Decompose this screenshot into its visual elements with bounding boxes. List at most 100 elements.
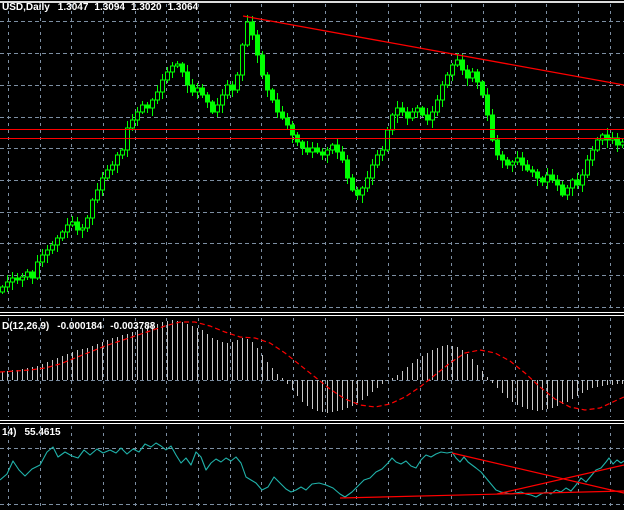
symbol-period-label: USD,Daily	[2, 2, 50, 13]
candle-body	[275, 99, 280, 113]
candle-body	[320, 151, 325, 156]
candle-body	[380, 149, 385, 156]
close-value: 1.3064	[167, 2, 199, 13]
candle-body	[200, 87, 205, 96]
candle-body	[595, 139, 600, 151]
rsi-current-value: 55.4615	[24, 427, 61, 438]
candle-body	[335, 144, 340, 153]
candle-body	[140, 104, 145, 113]
candle-body	[415, 107, 420, 113]
macd-signal-value: -0.003788	[110, 321, 156, 332]
candle-body	[315, 147, 320, 153]
macd-name-label: D(12,26,9)	[2, 321, 50, 332]
candle-body	[80, 227, 85, 231]
candle-body	[50, 244, 55, 251]
candle-body	[510, 161, 515, 166]
candle-body	[130, 119, 135, 129]
candle-body	[70, 221, 75, 226]
candle-body	[265, 74, 270, 91]
candle-body	[495, 139, 500, 156]
candle-body	[305, 147, 310, 153]
candle-body	[450, 64, 455, 76]
candle-body	[100, 177, 105, 191]
high-value: 1.3094	[94, 2, 125, 13]
rsi-trendline[interactable]	[339, 490, 624, 499]
candle-body	[465, 69, 470, 79]
candle-body	[445, 74, 450, 86]
candle-body	[185, 71, 190, 86]
candle-body	[65, 224, 70, 233]
candle-body	[435, 99, 440, 113]
candle-body	[210, 101, 215, 113]
candle-body	[600, 134, 605, 141]
candle-body	[535, 171, 540, 179]
candle-body	[470, 71, 475, 79]
candle-body	[605, 134, 610, 141]
candle-body	[35, 261, 40, 279]
candle-body	[135, 111, 140, 121]
candle-body	[145, 104, 150, 109]
candle-body	[485, 94, 490, 116]
candle-body	[480, 81, 485, 96]
candle-body	[500, 154, 505, 161]
candle-body	[550, 174, 555, 181]
candle-body	[520, 157, 525, 166]
candle-body	[565, 187, 570, 196]
candle-body	[460, 59, 465, 71]
grid-lines	[0, 4, 624, 508]
candle-body	[355, 189, 360, 196]
candle-body	[175, 63, 180, 67]
candle-body	[360, 187, 365, 196]
candle-body	[385, 129, 390, 151]
candle-body	[540, 177, 545, 183]
candle-body	[25, 271, 30, 278]
candle-body	[370, 164, 375, 179]
candle-body	[475, 71, 480, 83]
candle-body	[165, 71, 170, 81]
candle-body	[215, 104, 220, 113]
candle-body	[405, 111, 410, 119]
trendline-and-support-levels[interactable]	[0, 15, 624, 140]
low-value: 1.3020	[130, 2, 162, 13]
candle-body	[530, 169, 535, 173]
candle-body	[40, 254, 45, 263]
candle-body	[110, 164, 115, 171]
candle-body	[190, 84, 195, 93]
candle-body	[5, 281, 10, 288]
rsi-line-series	[0, 442, 624, 505]
candle-body	[390, 114, 395, 131]
candle-body	[120, 149, 125, 156]
candle-body	[150, 99, 155, 109]
rsi-name-label: 14)	[2, 427, 17, 438]
candle-body	[375, 154, 380, 166]
candle-body	[260, 54, 265, 76]
candle-body	[170, 65, 175, 73]
rsi-trendline[interactable]	[496, 464, 624, 495]
rsi-trendline[interactable]	[451, 452, 624, 494]
candle-body	[230, 84, 235, 91]
candle-body	[155, 91, 160, 101]
candle-body	[60, 231, 65, 239]
candle-body	[575, 179, 580, 186]
candle-body	[75, 221, 80, 231]
descending-trendline[interactable]	[242, 15, 624, 86]
chart-canvas[interactable]	[0, 0, 624, 510]
candle-body	[55, 237, 60, 246]
candle-body	[330, 144, 335, 151]
candle-body	[205, 94, 210, 103]
candle-body	[505, 159, 510, 166]
open-value: 1.3047	[57, 2, 89, 13]
mt4-chart-window: USD,Daily 1.3047 1.3094 1.3020 1.3064 D(12,2…	[0, 0, 624, 510]
rsi-indicator-label: 14) 55.4615	[2, 427, 61, 438]
candlestick-series	[0, 15, 624, 294]
candle-body	[395, 107, 400, 116]
rsi-polyline	[0, 442, 624, 498]
candle-body	[30, 271, 35, 279]
candle-body	[560, 184, 565, 196]
rsi-red-trendlines[interactable]	[339, 452, 624, 499]
candle-body	[570, 179, 575, 189]
candle-body	[365, 177, 370, 189]
candle-body	[10, 277, 15, 283]
candle-body	[255, 34, 260, 56]
candle-body	[490, 114, 495, 141]
